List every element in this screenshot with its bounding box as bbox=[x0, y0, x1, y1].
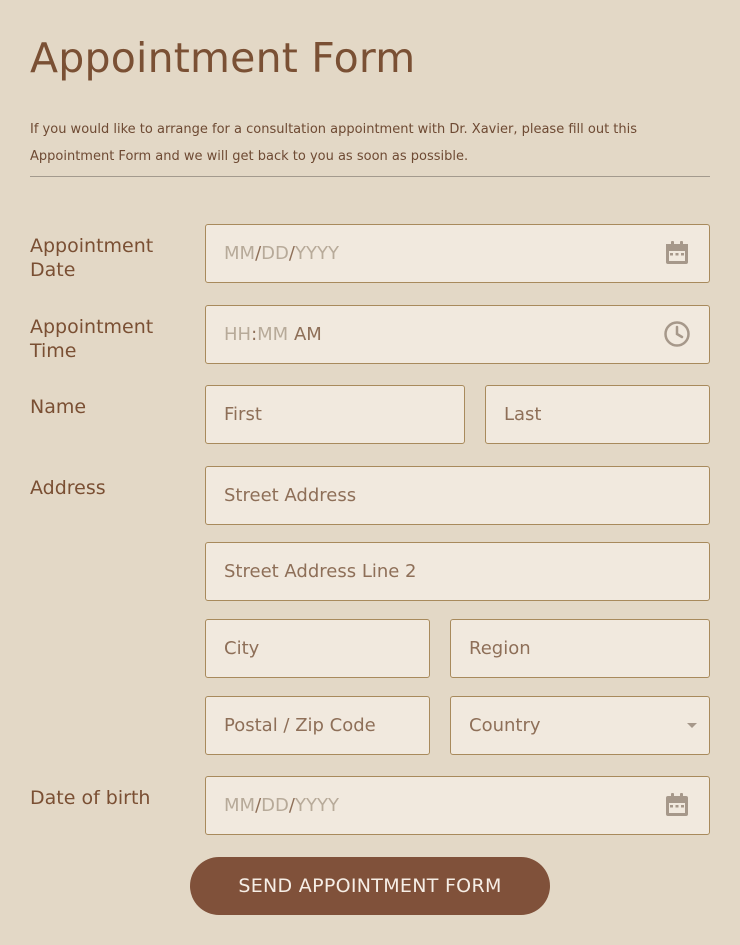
street-address-line2-input[interactable]: Street Address Line 2 bbox=[205, 542, 710, 601]
address-label: Address bbox=[30, 477, 106, 499]
form-description: If you would like to arrange for a consu… bbox=[30, 122, 638, 164]
first-name-input[interactable]: First bbox=[205, 385, 465, 444]
appointment-date-placeholder: MM/DD/YYYY bbox=[224, 225, 339, 282]
region-input[interactable]: Region bbox=[450, 619, 710, 678]
dob-placeholder: MM/DD/YYYY bbox=[224, 777, 339, 834]
street-address-line2-placeholder: Street Address Line 2 bbox=[224, 561, 417, 582]
street-address-placeholder: Street Address bbox=[224, 485, 357, 506]
calendar-icon[interactable] bbox=[663, 791, 691, 819]
last-name-input[interactable]: Last bbox=[485, 385, 710, 444]
appointment-date-input[interactable]: MM/DD/YYYY bbox=[205, 224, 710, 283]
postal-code-placeholder: Postal / Zip Code bbox=[224, 715, 376, 736]
dob-input[interactable]: MM/DD/YYYY bbox=[205, 776, 710, 835]
page-title: Appointment Form bbox=[30, 34, 416, 82]
date-day-placeholder: DD bbox=[261, 243, 289, 264]
region-placeholder: Region bbox=[469, 638, 531, 659]
time-hour-placeholder: HH bbox=[224, 324, 252, 345]
time-minute-placeholder: MM bbox=[257, 324, 289, 345]
calendar-icon[interactable] bbox=[663, 239, 691, 267]
last-name-placeholder: Last bbox=[504, 404, 542, 425]
date-month-placeholder: MM bbox=[224, 243, 256, 264]
street-address-input[interactable]: Street Address bbox=[205, 466, 710, 525]
country-placeholder: Country bbox=[469, 715, 541, 736]
postal-code-input[interactable]: Postal / Zip Code bbox=[205, 696, 430, 755]
appointment-time-input[interactable]: HH:MM AM bbox=[205, 305, 710, 364]
city-placeholder: City bbox=[224, 638, 260, 659]
appointment-time-label: Appointment Time bbox=[30, 316, 154, 362]
date-year-placeholder: YYYY bbox=[294, 243, 339, 264]
dob-month-placeholder: MM bbox=[224, 795, 256, 816]
chevron-down-icon[interactable] bbox=[687, 723, 697, 728]
first-name-placeholder: First bbox=[224, 404, 262, 425]
clock-icon[interactable] bbox=[663, 320, 691, 348]
divider bbox=[30, 176, 710, 177]
name-label: Name bbox=[30, 396, 87, 418]
dob-day-placeholder: DD bbox=[261, 795, 289, 816]
country-select[interactable]: Country bbox=[450, 696, 710, 755]
time-ampm: AM bbox=[293, 324, 322, 345]
dob-year-placeholder: YYYY bbox=[294, 795, 339, 816]
appointment-time-placeholder: HH:MM AM bbox=[224, 306, 322, 363]
send-appointment-form-button[interactable]: SEND APPOINTMENT FORM bbox=[190, 857, 550, 915]
dob-label: Date of birth bbox=[30, 787, 151, 809]
appointment-date-label: Appointment Date bbox=[30, 235, 154, 281]
city-input[interactable]: City bbox=[205, 619, 430, 678]
